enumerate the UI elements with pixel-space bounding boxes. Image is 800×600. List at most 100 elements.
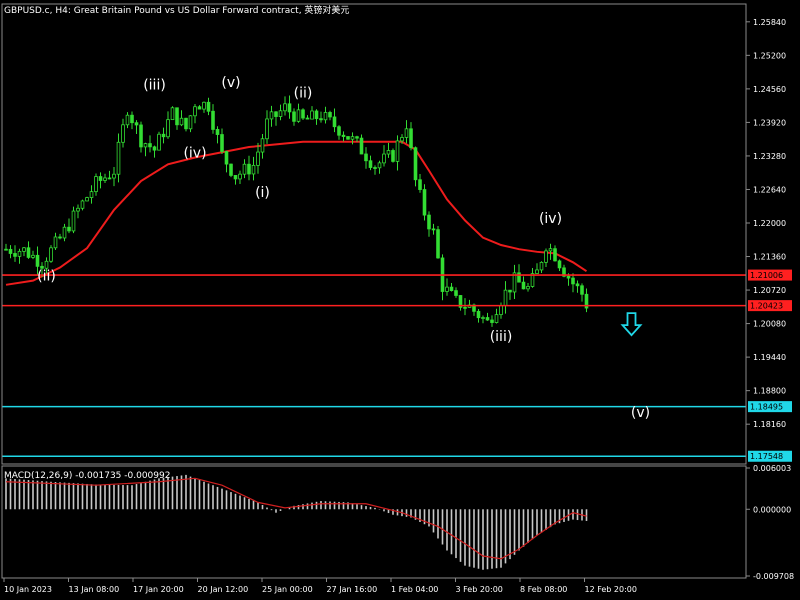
wave-label: (v): [631, 405, 650, 421]
candle-body: [521, 281, 526, 290]
price-tick-label: 1.23280: [753, 152, 786, 161]
candle-body: [76, 207, 80, 212]
time-tick-label: 20 Jan 12:00: [198, 585, 249, 594]
candle-body: [373, 167, 377, 169]
chart-title: GBPUSD.c, H4: Great Britain Pound vs US …: [4, 4, 349, 16]
candle-body: [431, 228, 436, 231]
candle-body: [247, 163, 251, 175]
candle-body: [112, 173, 116, 179]
candle-body: [202, 101, 206, 110]
macd-panel: [5, 474, 588, 570]
price-tick-label: 1.22640: [753, 185, 786, 194]
candle-body: [53, 236, 58, 249]
candle-body: [233, 175, 238, 180]
candle-body: [58, 236, 62, 239]
candle-body: [422, 189, 427, 216]
candle-body: [220, 134, 224, 152]
price-tick-label: 1.20080: [753, 320, 786, 329]
candle-body: [395, 140, 400, 162]
candle-body: [175, 107, 179, 126]
candle-body: [292, 111, 296, 122]
candle-body: [4, 248, 8, 251]
macd-tick-label: 0.006003: [753, 464, 791, 473]
moving-average-line: [5, 140, 588, 286]
candle-body: [391, 150, 395, 162]
candle-body: [17, 250, 22, 257]
candle-body: [206, 101, 211, 112]
wave-label: (iii): [490, 329, 513, 345]
candle-body: [310, 110, 314, 120]
candle-body: [85, 197, 89, 202]
price-tick-label: 1.18800: [753, 387, 786, 396]
candle-body: [170, 107, 175, 121]
time-tick-label: 25 Jan 00:00: [262, 585, 313, 594]
candle-body: [8, 248, 13, 254]
candle-body: [323, 112, 328, 121]
candle-body: [463, 306, 467, 309]
candle-body: [121, 124, 125, 143]
candle-body: [301, 109, 305, 119]
candle-body: [409, 128, 413, 149]
candle-body: [98, 176, 103, 181]
candle-body: [62, 226, 67, 239]
candle-body: [377, 162, 382, 169]
candle-body: [287, 103, 292, 113]
candle-body: [211, 110, 215, 130]
candle-body: [575, 283, 580, 287]
candle-body: [580, 285, 584, 295]
candle-body: [413, 147, 418, 181]
candle-body: [571, 277, 575, 285]
candle-body: [355, 136, 359, 139]
candle-body: [314, 110, 319, 120]
price-tick-label: 1.24560: [753, 85, 786, 94]
price-tick-label: 1.18160: [753, 420, 786, 429]
candle-body: [494, 314, 499, 323]
candle-body: [80, 200, 85, 209]
candle-body: [269, 111, 274, 120]
down-arrow-icon: [620, 312, 643, 337]
price-tick-label: 1.20720: [753, 286, 786, 295]
wave-label: (iii): [143, 77, 166, 93]
candle-body: [319, 118, 323, 121]
candle-body: [566, 275, 571, 279]
candle-body: [404, 128, 409, 138]
candle-body: [152, 146, 157, 151]
price-tick-label: 1.23920: [753, 118, 786, 127]
wave-label: (i): [255, 185, 270, 201]
horizontal-levels[interactable]: 1.21006 1.20423 1.18495 1.17548: [2, 269, 792, 462]
candle-body: [517, 272, 521, 283]
time-tick-label: 3 Feb 20:00: [456, 585, 503, 594]
candle-body: [278, 110, 283, 117]
candle-body: [238, 173, 242, 180]
candle-body: [350, 136, 355, 140]
candle-body: [103, 177, 107, 181]
chart-canvas[interactable]: 1.210061.204231.184951.17548 (ii)(iii)(i…: [0, 0, 800, 600]
price-tick-label: 1.25200: [753, 51, 786, 60]
candle-body: [148, 143, 152, 148]
time-tick-label: 8 Feb 08:00: [520, 585, 567, 594]
candle-body: [359, 137, 364, 155]
candle-body: [454, 290, 458, 296]
down-arrow-shape: [620, 312, 643, 337]
candle-body: [449, 286, 454, 292]
candle-body: [125, 114, 130, 126]
candle-body: [188, 115, 193, 130]
time-tick-label: 13 Jan 08:00: [69, 585, 120, 594]
candle-body: [107, 177, 112, 180]
candle-body: [31, 254, 35, 258]
candle-body: [535, 269, 539, 274]
candle-body: [427, 214, 431, 230]
candle-body: [341, 134, 346, 137]
candle-body: [71, 210, 76, 232]
candle-body: [539, 261, 544, 271]
candle-body: [346, 136, 350, 140]
candle-body: [166, 119, 170, 138]
candle-body: [116, 141, 121, 175]
candle-body: [328, 112, 332, 118]
candles: [4, 95, 589, 327]
candle-body: [134, 122, 139, 126]
candle-body: [499, 305, 503, 316]
candle-body: [283, 103, 287, 112]
candle-body: [557, 260, 562, 269]
candle-body: [337, 126, 341, 136]
